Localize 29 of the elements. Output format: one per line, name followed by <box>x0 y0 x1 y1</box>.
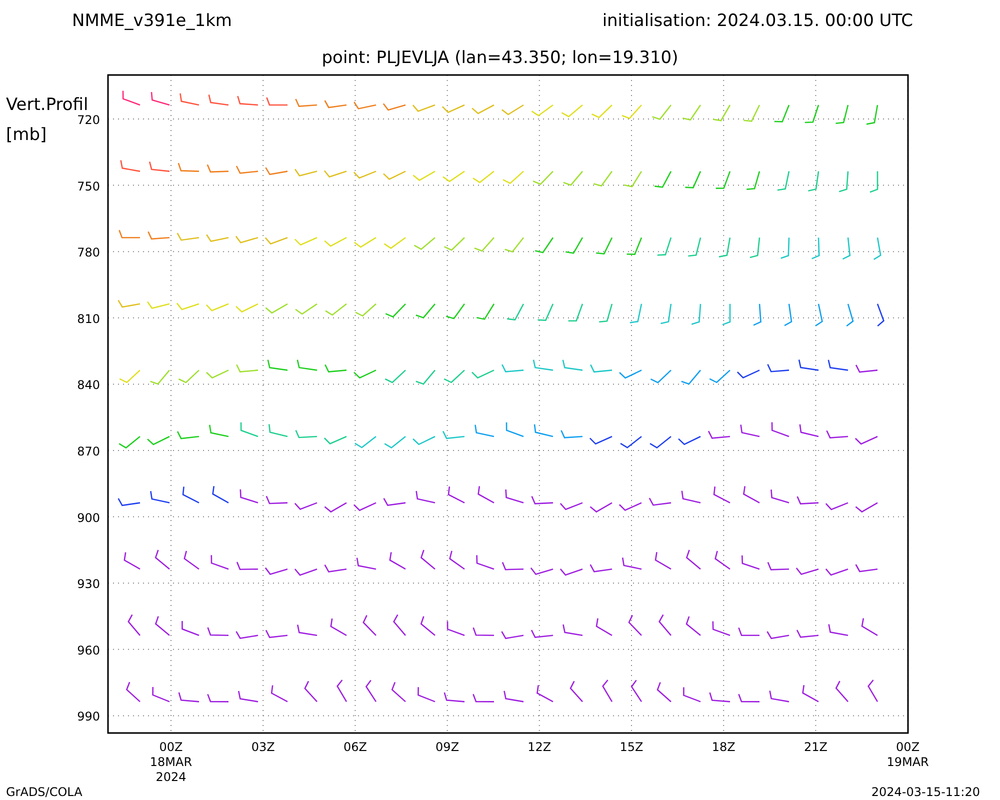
y-tick-label: 810 <box>77 312 100 326</box>
y-axis-title: Vert.Profil <box>6 95 88 115</box>
x-tick-label: 09Z <box>436 740 460 754</box>
x-tick-date: 18MAR <box>150 755 192 769</box>
x-tick-label: 00Z <box>159 740 183 754</box>
y-axis-unit: [mb] <box>6 125 47 145</box>
x-tick-date: 19MAR <box>886 755 929 769</box>
y-tick-label: 960 <box>77 643 100 658</box>
y-tick-label: 900 <box>77 510 100 525</box>
x-tick-label: 03Z <box>251 740 275 754</box>
x-tick-label: 00Z <box>896 740 920 754</box>
plot-timestamp: 2024-03-15-11:20 <box>871 785 980 799</box>
x-tick-label: 15Z <box>620 740 644 754</box>
x-tick-year: 2024 <box>156 770 186 784</box>
initialisation-time: initialisation: 2024.03.15. 00:00 UTC <box>602 11 913 31</box>
x-tick-label: 12Z <box>528 740 552 754</box>
y-tick-label: 720 <box>77 113 100 127</box>
y-tick-label: 990 <box>77 710 100 724</box>
x-tick-label: 21Z <box>804 740 828 754</box>
y-tick-label: 870 <box>77 444 100 458</box>
x-tick-label: 18Z <box>712 740 736 754</box>
software-credit: GrADS/COLA <box>6 785 82 799</box>
y-tick-label: 840 <box>77 378 100 392</box>
y-tick-label: 780 <box>77 246 100 260</box>
y-tick-label: 750 <box>77 179 100 194</box>
model-name: NMME_v391e_1km <box>72 11 232 31</box>
x-tick-label: 06Z <box>343 740 367 754</box>
chart-subtitle: point: PLJEVLJA (lan=43.350; lon=19.310) <box>322 48 678 68</box>
y-tick-label: 930 <box>77 577 100 592</box>
